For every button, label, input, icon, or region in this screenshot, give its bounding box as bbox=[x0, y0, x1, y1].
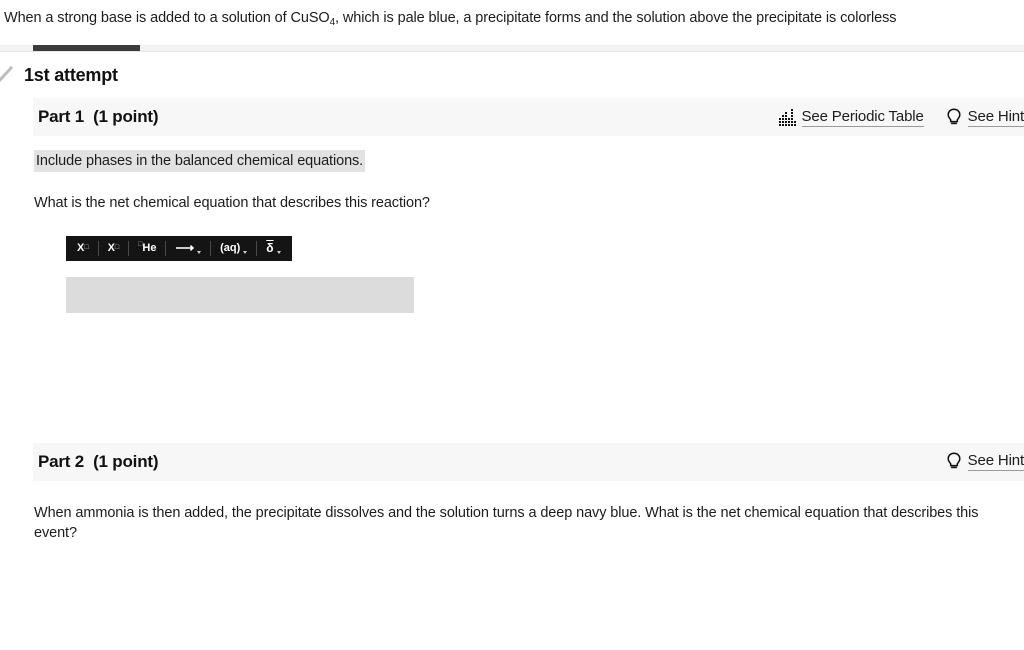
see-periodic-table-label: See Periodic Table bbox=[801, 107, 924, 127]
special-char-button-label: δ bbox=[266, 241, 274, 256]
subscript-button-base: X bbox=[107, 242, 115, 255]
part-2: Part 2 (1 point) See Hint When ammonia is… bbox=[33, 442, 1024, 544]
part-2-question: When ammonia is then added, the precipit… bbox=[34, 504, 979, 541]
lightbulb-icon bbox=[946, 452, 962, 471]
see-periodic-table-link[interactable]: See Periodic Table bbox=[778, 107, 924, 127]
part-1-header: Part 1 (1 point) See Periodic Table See … bbox=[33, 98, 1024, 137]
phase-button[interactable]: (aq) bbox=[211, 236, 256, 261]
phase-button-label: (aq) bbox=[220, 242, 241, 255]
checkmark-icon bbox=[0, 64, 13, 86]
see-hint-link-part-1[interactable]: See Hint bbox=[946, 108, 1024, 127]
part-1-question: What is the net chemical equation that d… bbox=[34, 195, 430, 212]
part-2-header: Part 2 (1 point) See Hint bbox=[33, 442, 1024, 481]
attempt-header: 1st attempt bbox=[0, 52, 1024, 98]
attempt-label: 1st attempt bbox=[24, 64, 118, 85]
isotope-button-base: He bbox=[142, 242, 157, 255]
special-char-button[interactable]: δ bbox=[257, 236, 289, 261]
stem-text-before: When a strong base is added to a solutio… bbox=[4, 10, 330, 26]
question-stem: When a strong base is added to a solutio… bbox=[0, 0, 1024, 29]
see-hint-label-part-1: See Hint bbox=[967, 107, 1024, 127]
isotope-button-pre: □ bbox=[138, 240, 143, 248]
chevron-down-icon bbox=[243, 250, 248, 254]
equation-editor-part-1: X □ X □ □ He ⟶ (aq) δ bbox=[66, 235, 1024, 313]
subscript-button[interactable]: X □ bbox=[99, 236, 129, 261]
superscript-button-base: X bbox=[77, 242, 85, 255]
part-1-title: Part 1 bbox=[38, 107, 85, 127]
instruction-wrap: Include phases in the balanced chemical … bbox=[34, 150, 1024, 173]
part-2-body: When ammonia is then added, the precipit… bbox=[33, 481, 1019, 544]
chevron-down-icon bbox=[276, 250, 281, 254]
active-attempt-indicator[interactable] bbox=[33, 45, 140, 52]
see-hint-label-part-2: See Hint bbox=[967, 452, 1024, 472]
isotope-button[interactable]: □ He bbox=[129, 236, 165, 261]
part-2-tools: See Hint bbox=[946, 452, 1024, 472]
equation-toolbar: X □ X □ □ He ⟶ (aq) δ bbox=[66, 235, 292, 261]
part-1: Part 1 (1 point) See Periodic Table See … bbox=[33, 98, 1024, 313]
part-1-points: (1 point) bbox=[93, 107, 159, 127]
chevron-down-icon bbox=[197, 250, 202, 254]
part-2-points: (1 point) bbox=[93, 451, 159, 471]
equation-answer-input[interactable] bbox=[66, 276, 414, 313]
part-1-tools: See Periodic Table See Hint bbox=[778, 107, 1024, 127]
part-1-title-wrap: Part 1 (1 point) bbox=[38, 107, 159, 127]
arrow-button[interactable]: ⟶ bbox=[166, 236, 210, 261]
attempt-tab-strip bbox=[0, 45, 1024, 53]
part-1-body: Include phases in the balanced chemical … bbox=[33, 136, 1024, 313]
reaction-arrow-icon: ⟶ bbox=[175, 239, 195, 255]
periodic-table-icon bbox=[778, 108, 796, 126]
stem-text-after: , which is pale blue, a precipitate form… bbox=[335, 10, 897, 26]
attempt-status-icon-wrap bbox=[0, 64, 24, 86]
superscript-button[interactable]: X □ bbox=[68, 236, 98, 261]
lightbulb-icon bbox=[946, 107, 962, 127]
instruction-text: Include phases in the balanced chemical … bbox=[34, 150, 366, 173]
part-2-title: Part 2 bbox=[38, 451, 85, 471]
see-hint-link-part-2[interactable]: See Hint bbox=[946, 452, 1024, 472]
part-2-title-wrap: Part 2 (1 point) bbox=[38, 451, 159, 472]
